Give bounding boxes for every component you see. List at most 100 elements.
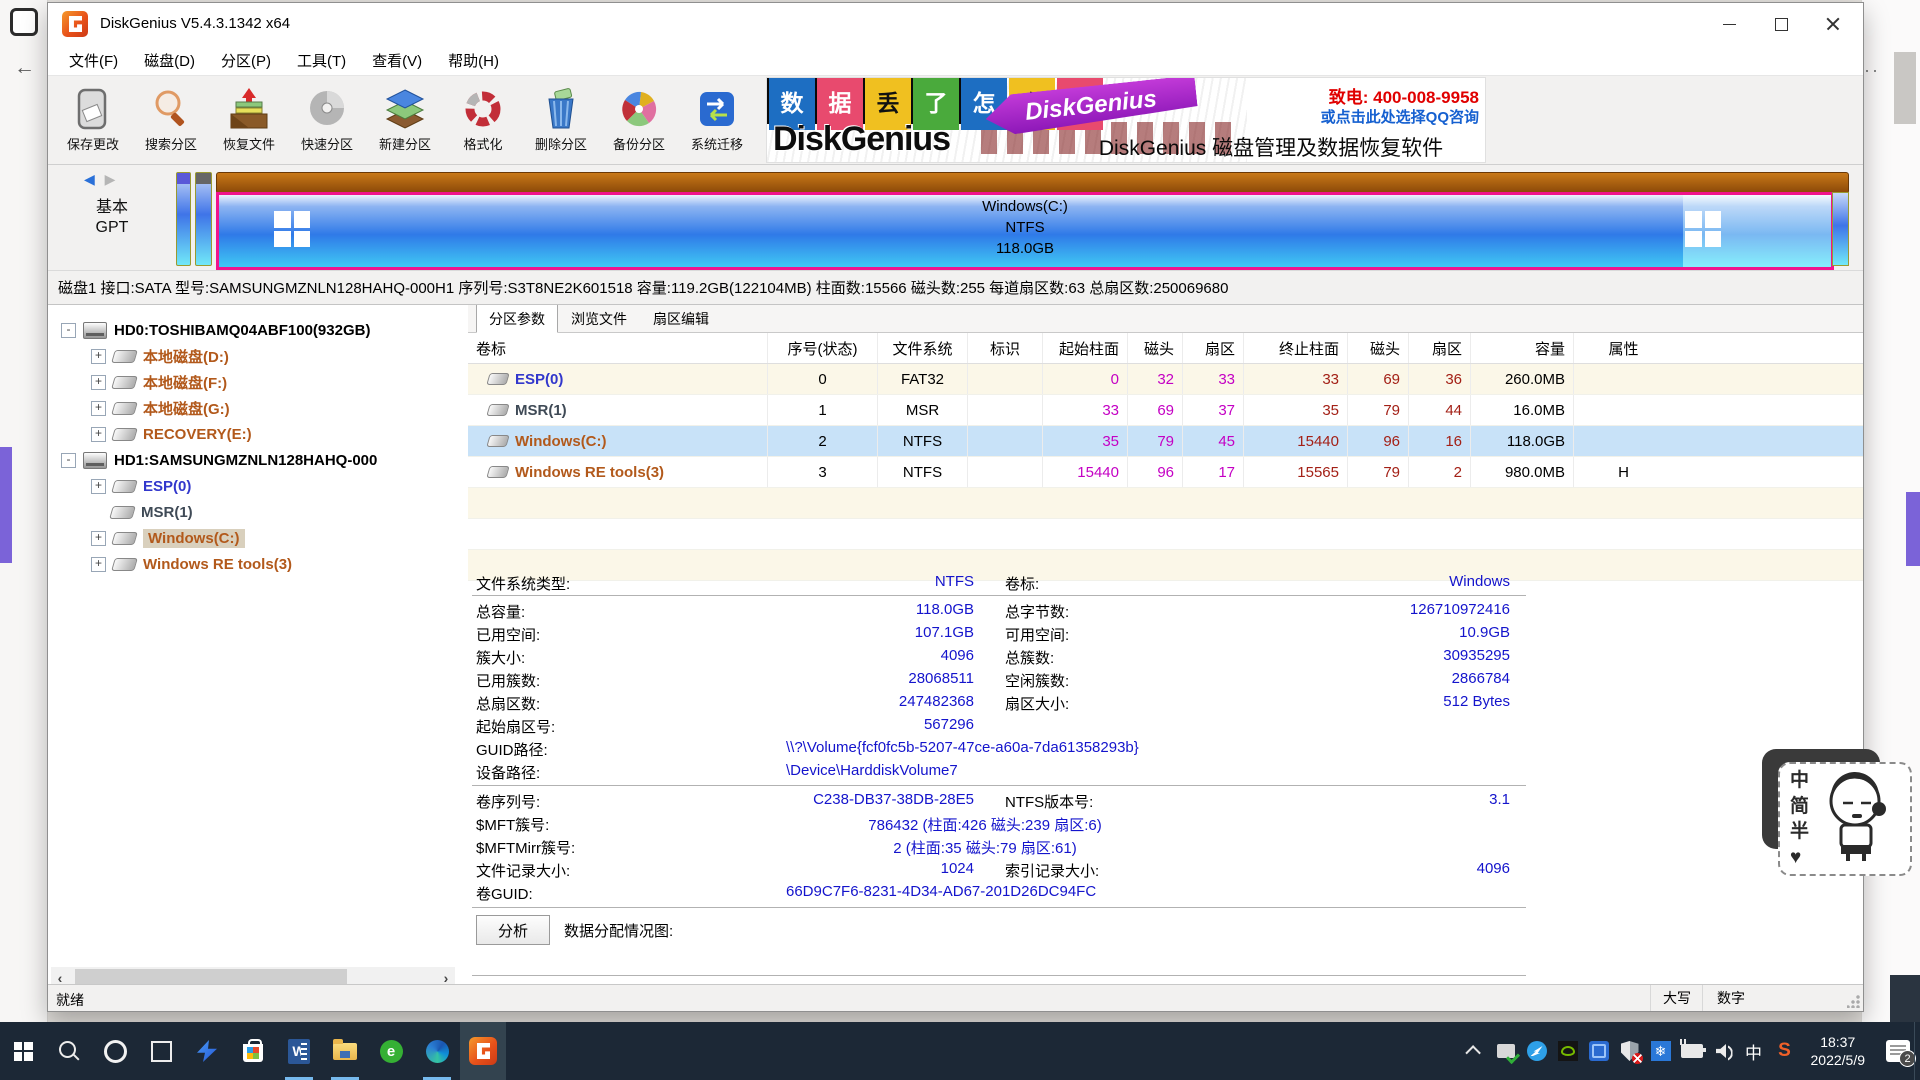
partition-fs: NTFS <box>219 217 1831 238</box>
expand-icon[interactable]: + <box>91 375 106 390</box>
tree-item-local-d[interactable]: + 本地磁盘(D:) <box>48 343 468 369</box>
taskbar-search-button[interactable] <box>46 1022 92 1080</box>
partition-windows-c[interactable]: Windows(C:) NTFS 118.0GB <box>216 192 1834 270</box>
menu-view[interactable]: 查看(V) <box>359 46 435 75</box>
disk-info-line: 磁盘1 接口:SATA 型号:SAMSUNGMZNLN128HAHQ-000H1… <box>48 271 1863 305</box>
taskbar-app-store[interactable] <box>230 1022 276 1080</box>
ime-halfwidth-indicator[interactable]: 半 <box>1790 822 1809 841</box>
start-button[interactable] <box>0 1022 46 1080</box>
taskbar-app-messenger[interactable] <box>184 1022 230 1080</box>
prev-disk-icon[interactable] <box>84 171 95 187</box>
resize-grip[interactable] <box>1847 995 1860 1008</box>
table-row-msr[interactable]: MSR(1) 1 MSR 33 69 37 35 79 44 16.0MB <box>468 395 1863 426</box>
taskbar-app-diskgenius-active[interactable] <box>460 1022 506 1080</box>
disk-map: 基本 GPT Windows(C:) NTFS 118.0GB <box>48 165 1863 271</box>
backup-partition-button[interactable]: 备份分区 <box>600 79 678 161</box>
partition-icon <box>111 558 138 571</box>
ad-brand-text: DiskGenius <box>773 120 950 159</box>
disk-icon <box>83 322 107 339</box>
background-scrollbar[interactable] <box>1894 52 1916 124</box>
menu-bar: 文件(F) 磁盘(D) 分区(P) 工具(T) 查看(V) 帮助(H) <box>48 45 1863 75</box>
table-row-winre[interactable]: Windows RE tools(3) 3 NTFS 15440 96 17 1… <box>468 457 1863 488</box>
expand-icon[interactable]: + <box>91 531 106 546</box>
diskgenius-window: DiskGenius V5.4.3.1342 x64 文件(F) 磁盘(D) 分… <box>47 2 1864 1012</box>
clock-time: 18:37 <box>1811 1033 1866 1051</box>
taskbar-app-word[interactable]: W <box>276 1022 322 1080</box>
new-partition-button[interactable]: 新建分区 <box>366 79 444 161</box>
table-row-esp[interactable]: ESP(0) 0 FAT32 0 32 33 33 69 36 260.0MB <box>468 364 1863 395</box>
taskbar-clock[interactable]: 18:37 2022/5/9 <box>1811 1033 1866 1069</box>
tray-updater-icon[interactable] <box>1495 1040 1517 1062</box>
next-disk-icon[interactable] <box>99 171 116 187</box>
quick-partition-button[interactable]: 快速分区 <box>288 79 366 161</box>
ime-simplified-indicator[interactable]: 简 <box>1790 797 1809 816</box>
tree-item-winre[interactable]: + Windows RE tools(3) <box>48 551 468 577</box>
taskbar-app-edge[interactable] <box>414 1022 460 1080</box>
recover-files-button[interactable]: 恢复文件 <box>210 79 288 161</box>
tree-item-esp[interactable]: + ESP(0) <box>48 473 468 499</box>
search-partition-button[interactable]: 搜索分区 <box>132 79 210 161</box>
task-view-button[interactable] <box>138 1022 184 1080</box>
table-row-windows-c-selected[interactable]: Windows(C:) 2 NTFS 35 79 45 15440 96 16 … <box>468 426 1863 457</box>
disk-scheme-label: GPT <box>82 219 142 237</box>
ime-mode-indicator[interactable]: 中 <box>1743 1040 1765 1062</box>
tray-messenger-icon[interactable] <box>1526 1040 1548 1062</box>
tray-nvidia-icon[interactable] <box>1557 1040 1579 1062</box>
analyze-button[interactable]: 分析 <box>476 915 550 945</box>
format-button[interactable]: 格式化 <box>444 79 522 161</box>
system-tray: 中 S 18:37 2022/5/9 2 <box>1464 1022 1920 1080</box>
taskbar-app-browser360[interactable]: e <box>368 1022 414 1080</box>
minimize-button[interactable] <box>1703 3 1755 45</box>
tray-snowflake-icon[interactable] <box>1650 1040 1672 1062</box>
collapse-icon[interactable]: - <box>61 453 76 468</box>
tree-item-recovery-e[interactable]: + RECOVERY(E:) <box>48 421 468 447</box>
taskbar: W e 中 S 18:37 2022/5/9 2 <box>0 1022 1920 1080</box>
expand-icon[interactable]: + <box>91 349 106 364</box>
tray-expand-button[interactable] <box>1464 1040 1486 1062</box>
system-migration-button[interactable]: 系统迁移 <box>678 79 756 161</box>
tab-browse-files[interactable]: 浏览文件 <box>558 305 640 333</box>
ime-favorite-icon[interactable]: ♥ <box>1790 848 1809 867</box>
show-desktop-button[interactable] <box>1914 1022 1920 1080</box>
tab-partition-params[interactable]: 分区参数 <box>476 305 558 333</box>
sogou-input-icon[interactable]: S <box>1774 1040 1796 1062</box>
partition-winre-sliver[interactable] <box>1832 192 1849 266</box>
save-changes-button[interactable]: 保存更改 <box>54 79 132 161</box>
menu-help[interactable]: 帮助(H) <box>435 46 512 75</box>
menu-tools[interactable]: 工具(T) <box>284 46 359 75</box>
tray-power-icon[interactable] <box>1681 1040 1703 1062</box>
delete-partition-button[interactable]: 删除分区 <box>522 79 600 161</box>
ad-banner[interactable]: 数 据 丢 了 怎 么 ！ DiskGenius DiskGenius 致电: … <box>766 77 1486 163</box>
collapse-icon[interactable]: - <box>61 323 76 338</box>
tab-sector-edit[interactable]: 扇区编辑 <box>640 305 722 333</box>
menu-file[interactable]: 文件(F) <box>56 46 131 75</box>
partition-msr-sliver[interactable] <box>195 172 212 266</box>
menu-disk[interactable]: 磁盘(D) <box>131 46 208 75</box>
ime-lang-indicator[interactable]: 中 <box>1790 771 1809 790</box>
expand-icon[interactable]: + <box>91 557 106 572</box>
menu-partition[interactable]: 分区(P) <box>208 46 284 75</box>
cortana-button[interactable] <box>92 1022 138 1080</box>
ad-qq-link[interactable]: 或点击此处选择QQ咨询 <box>1321 106 1479 127</box>
notification-center-button[interactable]: 2 <box>1886 1040 1910 1062</box>
tray-intel-graphics-icon[interactable] <box>1588 1040 1610 1062</box>
ime-status-panel[interactable]: 中 简 半 ♥ <box>1778 762 1912 876</box>
tray-security-alert-icon[interactable] <box>1619 1040 1641 1062</box>
tree-item-local-g[interactable]: + 本地磁盘(G:) <box>48 395 468 421</box>
tree-item-hd0[interactable]: - HD0:TOSHIBAMQ04ABF100(932GB) <box>48 317 468 343</box>
store-icon <box>243 1044 263 1062</box>
tree-item-msr[interactable]: MSR(1) <box>48 499 468 525</box>
expand-icon[interactable]: + <box>91 479 106 494</box>
tree-item-hd1[interactable]: - HD1:SAMSUNGMZNLN128HAHQ-000 <box>48 447 468 473</box>
taskbar-app-explorer[interactable] <box>322 1022 368 1080</box>
delete-partition-icon <box>538 87 584 131</box>
expand-icon[interactable]: + <box>91 427 106 442</box>
close-button[interactable] <box>1807 3 1859 45</box>
tree-item-windows-c[interactable]: + Windows(C:) <box>48 525 468 551</box>
partition-esp-sliver[interactable] <box>176 172 191 266</box>
tree-item-local-f[interactable]: + 本地磁盘(F:) <box>48 369 468 395</box>
back-arrow-icon[interactable] <box>14 56 34 76</box>
maximize-button[interactable] <box>1755 3 1807 45</box>
expand-icon[interactable]: + <box>91 401 106 416</box>
tray-volume-icon[interactable] <box>1712 1040 1734 1062</box>
